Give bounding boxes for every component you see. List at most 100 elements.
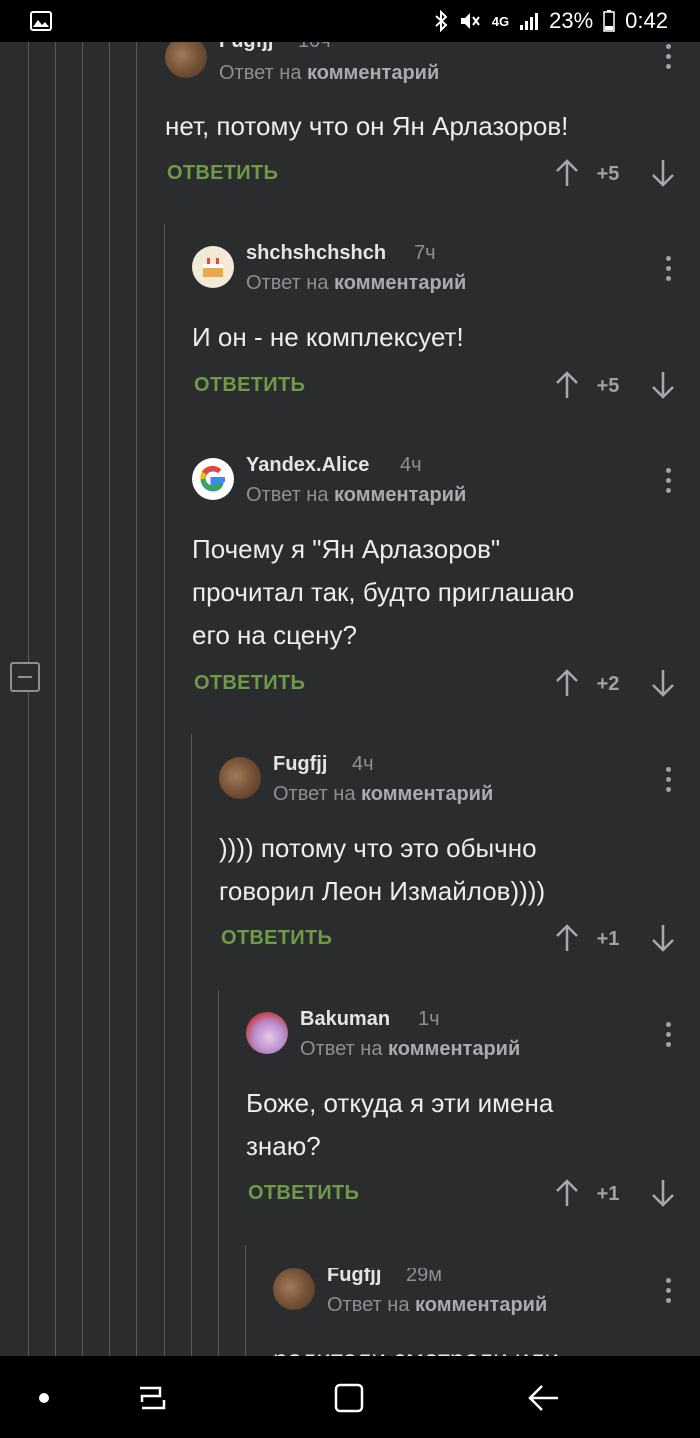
reply-target-link[interactable]: комментарий <box>388 1038 520 1060</box>
more-options-icon[interactable] <box>666 44 672 70</box>
thread-line <box>109 0 110 1356</box>
gallery-icon <box>30 11 52 31</box>
more-options-icon[interactable] <box>666 468 672 494</box>
reply-prefix: Ответ на <box>300 1038 383 1060</box>
reply-target-link[interactable]: комментарий <box>361 783 493 805</box>
comment-score: +2 <box>596 673 620 695</box>
reply-prefix: Ответ на <box>273 783 356 805</box>
comment: Fugfjj 29м Ответ на комментарий родители… <box>273 1268 700 1356</box>
comment-text: нет, потому что он Ян Арлазоров! <box>165 105 568 148</box>
downvote-arrow-icon[interactable] <box>650 158 676 188</box>
comment-text-line: родители смотрели или <box>273 1338 559 1356</box>
comment-author[interactable]: Fugfjj <box>327 1268 381 1287</box>
comment-text-line: Почему я "Ян Арлазоров" <box>192 534 501 564</box>
comment-score: +1 <box>596 1183 620 1205</box>
cat-avatar[interactable] <box>165 36 207 78</box>
comment-text-line: )))) потому что это обычно <box>219 833 537 863</box>
comment-text-line: знаю? <box>246 1131 321 1161</box>
comment: Fugfjj 10ч Ответ на комментарий нет, пот… <box>165 30 700 216</box>
reply-button[interactable]: ОТВЕТИТЬ <box>194 374 305 397</box>
mute-icon <box>460 13 480 29</box>
comment-text-line: И он - не комплексует! <box>192 322 464 352</box>
comment-text: родители смотрели или <box>273 1338 559 1356</box>
comment-time: 4ч <box>352 753 374 775</box>
thread-line <box>218 990 219 1356</box>
cat-avatar[interactable] <box>219 757 261 799</box>
comment-text: И он - не комплексует! <box>192 316 464 359</box>
home-square-icon <box>334 1383 364 1413</box>
thread-line <box>55 0 56 1356</box>
back-button[interactable] <box>522 1376 566 1420</box>
reply-button[interactable]: ОТВЕТИТЬ <box>194 672 305 695</box>
battery-percent: 23% <box>549 8 594 33</box>
downvote-arrow-icon[interactable] <box>650 1178 676 1208</box>
recent-apps-button[interactable] <box>130 1376 174 1420</box>
thread-line <box>82 0 83 1356</box>
reply-prefix: Ответ на <box>246 272 329 294</box>
bluetooth-icon <box>435 10 448 32</box>
comment-text: )))) потому что это обычно говорил Леон … <box>219 827 545 913</box>
reply-target-link[interactable]: комментарий <box>334 484 466 506</box>
navigation-bar <box>0 1356 700 1438</box>
reply-prefix: Ответ на <box>219 62 302 84</box>
downvote-arrow-icon[interactable] <box>650 668 676 698</box>
more-options-icon[interactable] <box>666 1022 672 1048</box>
upvote-arrow-icon[interactable] <box>554 668 580 698</box>
anime-avatar[interactable] <box>246 1012 288 1054</box>
comment-text-line: нет, потому что он Ян Арлазоров! <box>165 111 569 141</box>
comment-text-line: говорил Леон Измайлов)))) <box>219 876 546 906</box>
comment-text: Почему я "Ян Арлазоров" прочитал так, бу… <box>192 528 574 657</box>
cake-icon <box>203 258 223 277</box>
comment-time: 7ч <box>414 242 436 264</box>
upvote-arrow-icon[interactable] <box>554 158 580 188</box>
comment-author[interactable]: Fugfjj <box>273 753 327 776</box>
back-arrow-icon <box>528 1385 558 1411</box>
more-options-icon[interactable] <box>666 256 672 282</box>
battery-icon <box>603 10 615 32</box>
clock: 0:42 <box>625 8 668 33</box>
reply-button[interactable]: ОТВЕТИТЬ <box>221 927 332 950</box>
home-dot-button[interactable] <box>22 1376 66 1420</box>
dot-icon <box>39 1393 49 1403</box>
home-button[interactable] <box>327 1376 371 1420</box>
network-type: 4G <box>491 13 510 29</box>
google-logo-avatar[interactable] <box>192 458 234 500</box>
signal-icon <box>520 13 539 30</box>
thread-line <box>136 0 137 1356</box>
comment-score: +1 <box>596 928 620 950</box>
comment-author[interactable]: Yandex.Alice <box>246 454 369 477</box>
comment-author[interactable]: shchshchshch <box>246 242 386 265</box>
comment: Yandex.Alice 4ч Ответ на комментарий Поч… <box>192 454 700 708</box>
reply-to-label: Ответ на комментарий <box>327 1294 547 1317</box>
downvote-arrow-icon[interactable] <box>650 923 676 953</box>
reply-target-link[interactable]: комментарий <box>307 62 439 84</box>
upvote-arrow-icon[interactable] <box>554 923 580 953</box>
comment: Fugfjj 4ч Ответ на комментарий )))) пото… <box>219 753 700 977</box>
more-options-icon[interactable] <box>666 767 672 793</box>
cat-avatar[interactable] <box>273 1268 315 1310</box>
thread-line <box>245 1245 246 1356</box>
thread-line <box>191 734 192 1356</box>
comment-text-line: Боже, откуда я эти имена <box>246 1088 554 1118</box>
reply-button[interactable]: ОТВЕТИТЬ <box>248 1182 359 1205</box>
reply-to-label: Ответ на комментарий <box>246 272 466 295</box>
comment-author[interactable]: Bakuman <box>300 1008 390 1031</box>
collapse-thread-button[interactable] <box>10 662 40 692</box>
cake-avatar[interactable] <box>192 246 234 288</box>
comment-score: +5 <box>596 375 620 397</box>
comment-text-line: прочитал так, будто приглашаю <box>192 577 575 607</box>
more-options-icon[interactable] <box>666 1278 672 1304</box>
upvote-arrow-icon[interactable] <box>554 370 580 400</box>
reply-target-link[interactable]: комментарий <box>334 272 466 294</box>
reply-target-link[interactable]: комментарий <box>415 1294 547 1316</box>
downvote-arrow-icon[interactable] <box>650 370 676 400</box>
google-logo-icon <box>200 465 225 492</box>
upvote-arrow-icon[interactable] <box>554 1178 580 1208</box>
comment-time: 4ч <box>400 454 422 476</box>
comment: Bakuman 1ч Ответ на комментарий Боже, от… <box>246 1008 700 1232</box>
reply-to-label: Ответ на комментарий <box>300 1038 520 1061</box>
reply-to-label: Ответ на комментарий <box>273 783 493 806</box>
reply-button[interactable]: ОТВЕТИТЬ <box>167 162 278 185</box>
recent-apps-icon <box>140 1386 166 1410</box>
reply-to-label: Ответ на комментарий <box>219 62 439 85</box>
